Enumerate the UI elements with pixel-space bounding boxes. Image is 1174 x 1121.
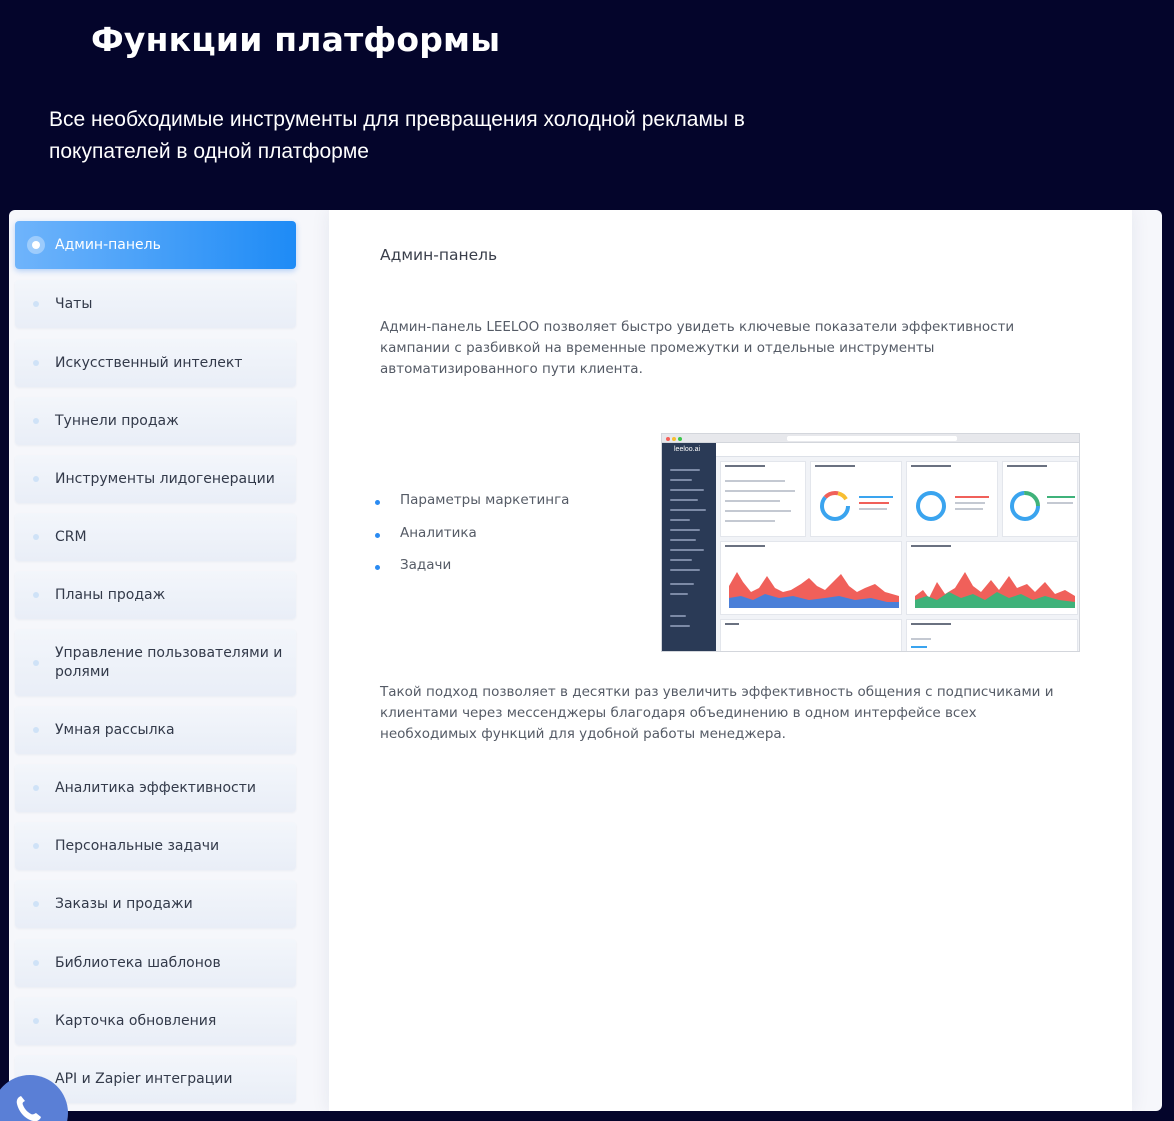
menu-item-label: Админ-панель	[55, 236, 161, 253]
bullet-item: Аналитика	[374, 525, 569, 558]
dot-icon	[33, 301, 39, 307]
dot-icon	[33, 360, 39, 366]
dot-icon	[33, 960, 39, 966]
screenshot-sidebar: leeloo.ai	[662, 443, 716, 651]
menu-item-label: CRM	[55, 528, 87, 545]
feature-summary: Такой подход позволяет в десятки раз уве…	[380, 684, 1054, 742]
menu-item[interactable]: Карточка обновления	[15, 997, 296, 1045]
menu-item-label: Управление пользователями и ролями	[55, 644, 283, 680]
menu-item-label: Туннели продаж	[55, 412, 179, 429]
menu-item[interactable]: Планы продаж	[15, 571, 296, 619]
screenshot-main	[716, 443, 1079, 651]
dashboard-screenshot: leeloo.ai	[661, 433, 1080, 652]
menu-item[interactable]: Чаты	[15, 280, 296, 328]
menu-item[interactable]: Туннели продаж	[15, 397, 296, 445]
menu-item[interactable]: CRM	[15, 513, 296, 561]
bullet-item: Параметры маркетинга	[374, 492, 569, 525]
dot-icon	[33, 418, 39, 424]
feature-description: Админ-панель LEELOO позволяет быстро уви…	[380, 319, 1015, 377]
menu-item[interactable]: Управление пользователями и ролями	[15, 629, 296, 696]
menu-item-label: Чаты	[55, 295, 93, 312]
menu-item-label: API и Zapier интеграции	[55, 1070, 233, 1087]
dot-icon	[33, 476, 39, 482]
dot-icon	[33, 727, 39, 733]
browser-bar	[662, 434, 1079, 443]
feature-title: Админ-панель	[380, 246, 498, 264]
dot-icon	[33, 534, 39, 540]
menu-item-label: Умная рассылка	[55, 721, 175, 738]
dot-icon	[33, 1018, 39, 1024]
bullet-item: Задачи	[374, 557, 569, 590]
hero-title: Функции платформы	[91, 20, 501, 59]
screenshot-brand: leeloo.ai	[674, 446, 701, 453]
menu-item-label: Библиотека шаблонов	[55, 954, 221, 971]
menu-item-label: Планы продаж	[55, 586, 166, 603]
dot-icon	[33, 785, 39, 791]
features-card: Админ-панель Чаты Искусственный интелект Ту…	[9, 210, 1162, 1111]
menu-item[interactable]: Админ-панель	[15, 221, 296, 269]
feature-content: Админ-панель Админ-панель LEELOO позволя…	[329, 210, 1132, 1111]
menu-item[interactable]: Искусственный интелект	[15, 339, 296, 387]
feature-bullets: Параметры маркетинга Аналитика Задачи	[374, 492, 569, 590]
dot-icon	[33, 843, 39, 849]
menu-item[interactable]: Заказы и продажи	[15, 880, 296, 928]
menu-item[interactable]: Библиотека шаблонов	[15, 939, 296, 987]
dot-icon	[33, 592, 39, 598]
menu-item[interactable]: Умная рассылка	[15, 706, 296, 754]
menu-item[interactable]: Инструменты лидогенерации	[15, 455, 296, 503]
hero-subtitle: Все необходимые инструменты для превраще…	[49, 108, 745, 163]
menu-item[interactable]: Аналитика эффективности	[15, 764, 296, 812]
dot-icon	[33, 659, 39, 666]
menu-item-label: Заказы и продажи	[55, 895, 193, 912]
menu-item[interactable]: Персональные задачи	[15, 822, 296, 870]
menu-item-label: Персональные задачи	[55, 837, 220, 854]
menu-item-label: Карточка обновления	[55, 1012, 217, 1029]
menu-item-label: Инструменты лидогенерации	[55, 470, 275, 487]
phone-icon	[16, 1096, 41, 1121]
radio-icon	[27, 236, 45, 254]
menu-item-label: Искусственный интелект	[55, 354, 243, 371]
dot-icon	[33, 901, 39, 907]
menu-item-label: Аналитика эффективности	[55, 779, 256, 796]
